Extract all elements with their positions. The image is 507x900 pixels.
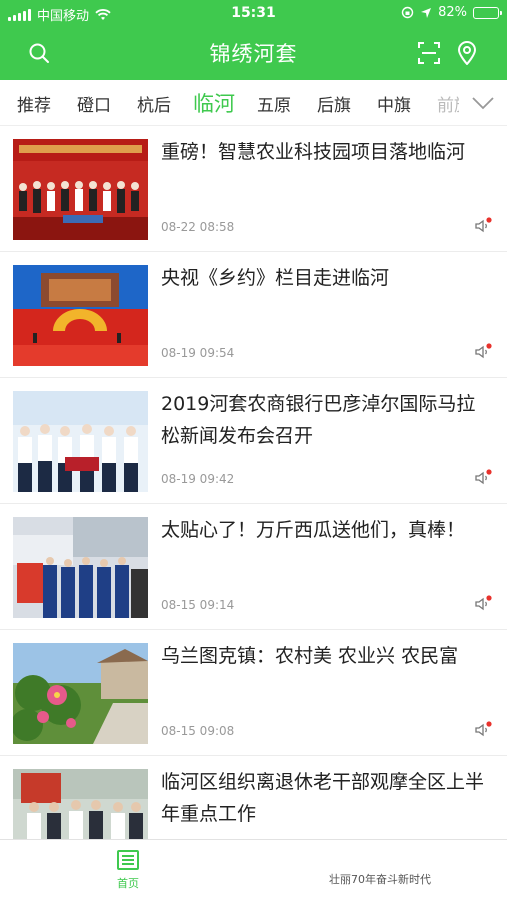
status-right: 82% (401, 5, 502, 20)
tab-linhe[interactable]: 临河 (193, 88, 235, 118)
news-list: 重磅！智慧农业科技园项目落地临河 08-22 08:58 央视《乡约》栏目走进临… (0, 126, 507, 839)
news-item[interactable]: 太贴心了！万斤西瓜送他们，真棒！ 08-15 09:14 (0, 504, 507, 630)
tab-70-years-label: 壮丽70年奋斗新时代 (329, 872, 431, 886)
news-title[interactable]: 乌兰图克镇：农村美 农业兴 农民富 (161, 640, 491, 672)
news-title[interactable]: 重磅！智慧农业科技园项目落地临河 (161, 136, 491, 168)
battery-percent: 82% (438, 5, 467, 20)
speaker-icon[interactable] (473, 216, 493, 236)
news-title[interactable]: 太贴心了！万斤西瓜送他们，真棒！ (161, 514, 491, 546)
speaker-icon[interactable] (473, 342, 493, 362)
news-item[interactable]: 央视《乡约》栏目走进临河 08-19 09:54 (0, 252, 507, 378)
tab-home[interactable]: 首页 (98, 840, 158, 900)
location-arrow-icon (421, 7, 432, 18)
status-bar: 中国移动 15:31 82% (0, 0, 507, 28)
home-icon (117, 850, 139, 870)
speaker-icon[interactable] (473, 468, 493, 488)
battery-icon (473, 6, 502, 19)
news-thumbnail (13, 769, 148, 839)
news-date: 08-19 09:42 (161, 472, 235, 486)
tab-qianqi[interactable]: 前旗 (437, 91, 459, 116)
tab-70-years[interactable]: 壮丽70年奋斗新时代 (300, 848, 460, 900)
category-tabs: 推荐 磴口 杭后 临河 五原 后旗 中旗 前旗 (0, 80, 507, 126)
tab-dengkou[interactable]: 磴口 (77, 91, 111, 116)
tab-tuijian[interactable]: 推荐 (17, 91, 51, 116)
tab-wuyuan[interactable]: 五原 (257, 91, 291, 116)
tab-houqi[interactable]: 后旗 (317, 91, 351, 116)
tab-hanghou[interactable]: 杭后 (137, 91, 171, 116)
news-title[interactable]: 央视《乡约》栏目走进临河 (161, 262, 491, 294)
chevron-down-icon[interactable] (465, 90, 501, 116)
news-item[interactable]: 2019河套农商银行巴彦淖尔国际马拉松新闻发布会召开 08-19 09:42 (0, 378, 507, 504)
speaker-icon[interactable] (473, 720, 493, 740)
news-thumbnail (13, 643, 148, 744)
news-item[interactable]: 乌兰图克镇：农村美 农业兴 农民富 08-15 09:08 (0, 630, 507, 756)
news-item[interactable]: 临河区组织离退休老干部观摩全区上半年重点工作 (0, 756, 507, 839)
news-thumbnail (13, 265, 148, 366)
bottom-tab-bar: 首页 壮丽70年奋斗新时代 (0, 839, 507, 900)
tab-home-label: 首页 (117, 877, 139, 890)
title-bar: 锦绣河套 (0, 28, 507, 80)
news-item[interactable]: 重磅！智慧农业科技园项目落地临河 08-22 08:58 (0, 126, 507, 252)
news-title[interactable]: 2019河套农商银行巴彦淖尔国际马拉松新闻发布会召开 (161, 388, 491, 452)
news-title[interactable]: 临河区组织离退休老干部观摩全区上半年重点工作 (161, 766, 491, 830)
scan-icon[interactable] (414, 38, 444, 68)
news-thumbnail (13, 391, 148, 492)
news-date: 08-15 09:08 (161, 724, 235, 738)
tab-zhongqi[interactable]: 中旗 (377, 91, 411, 116)
news-date: 08-19 09:54 (161, 346, 235, 360)
news-thumbnail (13, 139, 148, 240)
rotation-lock-icon (401, 6, 414, 19)
news-date: 08-15 09:14 (161, 598, 235, 612)
news-thumbnail (13, 517, 148, 618)
news-date: 08-22 08:58 (161, 220, 235, 234)
app-header: 中国移动 15:31 82% 锦绣河套 (0, 0, 507, 80)
location-pin-icon[interactable] (452, 38, 482, 68)
speaker-icon[interactable] (473, 594, 493, 614)
